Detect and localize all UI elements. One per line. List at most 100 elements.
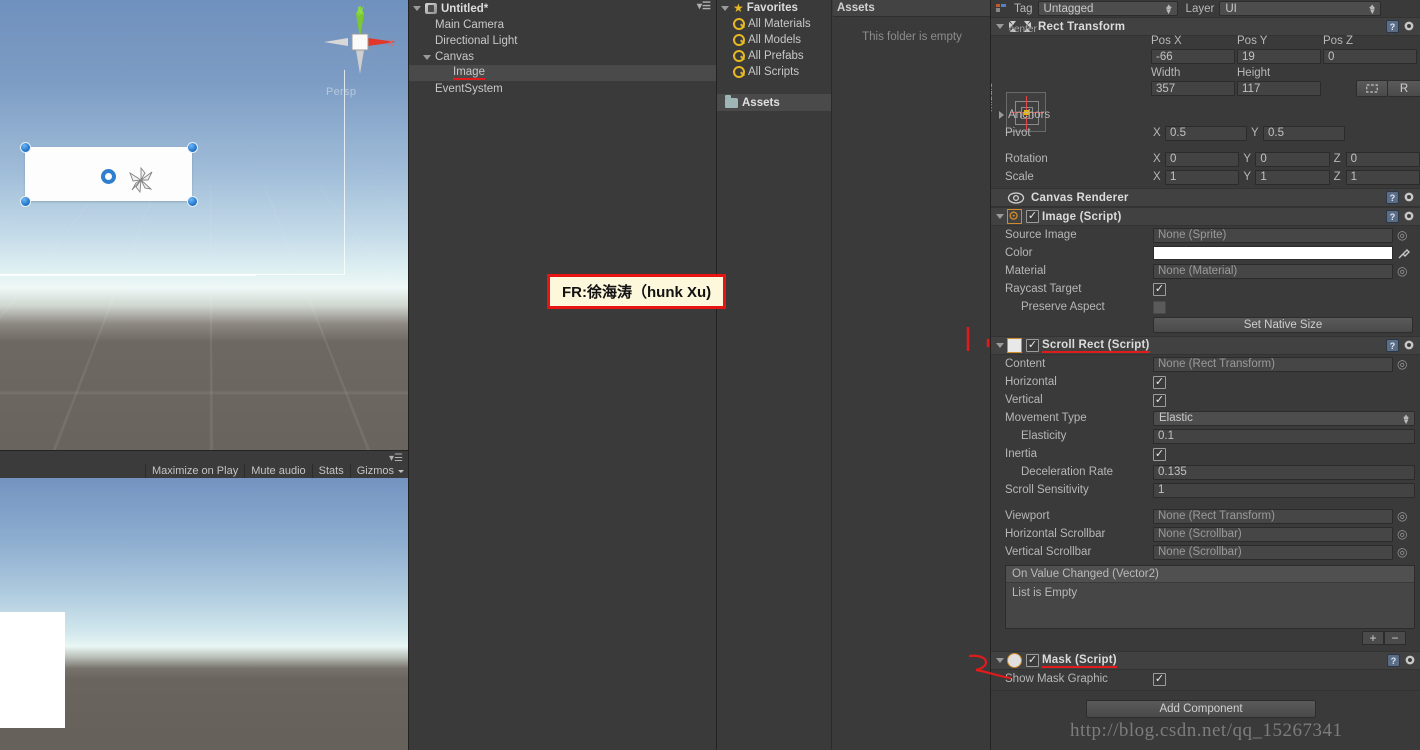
resize-handle-top-left[interactable] [20,142,31,153]
image-script-header[interactable]: ✓ Image (Script) ? [991,207,1420,226]
hierarchy-item-canvas[interactable]: Canvas [409,49,716,65]
hierarchy-item-eventsystem[interactable]: EventSystem [409,81,716,97]
layer-dropdown[interactable]: UI ▲ ▼ [1219,1,1382,16]
maximize-on-play-button[interactable]: Maximize on Play [145,464,244,479]
eyedropper-icon[interactable] [1397,246,1411,260]
preserve-aspect-checkbox[interactable] [1153,300,1166,314]
pivot-y-field[interactable]: 0.5 [1263,125,1345,141]
chevron-down-icon[interactable] [413,6,421,11]
set-native-size-button[interactable]: Set Native Size [1153,316,1413,333]
resize-handle-bottom-left[interactable] [20,196,31,207]
hierarchy-menu-icon[interactable]: ▾☰ [697,1,711,12]
scale-z-field[interactable]: 1 [1345,169,1420,185]
object-picker-icon[interactable]: ◎ [1397,545,1407,559]
help-icon[interactable]: ? [1386,191,1399,204]
project-favorite-all-materials[interactable]: All Materials [717,16,831,32]
canvas-renderer-header[interactable]: Canvas Renderer ? [991,188,1420,207]
gear-icon[interactable] [1404,654,1417,667]
pivot-gizmo[interactable] [101,169,116,184]
width-field[interactable]: 357 [1151,81,1235,96]
color-swatch[interactable] [1153,246,1393,260]
material-field[interactable]: None (Material) [1153,263,1393,279]
scroll-rect-enabled-checkbox[interactable]: ✓ [1026,339,1039,352]
mask-enabled-checkbox[interactable]: ✓ [1026,654,1039,667]
pos-z-field[interactable]: 0 [1323,49,1417,64]
rotation-z-field[interactable]: 0 [1345,151,1420,167]
mute-audio-button[interactable]: Mute audio [244,464,311,479]
blueprint-mode-button[interactable] [1356,80,1388,97]
gear-icon[interactable] [1403,191,1416,204]
image-enabled-checkbox[interactable]: ✓ [1026,210,1039,223]
mask-script-header[interactable]: ✓ Mask (Script) ? [991,651,1420,670]
movement-type-dropdown[interactable]: Elastic ▲ ▼ [1153,410,1415,426]
object-picker-icon[interactable]: ◎ [1397,264,1407,278]
rect-transform-header[interactable]: Rect Transform ? [991,17,1420,36]
gizmos-button[interactable]: Gizmos [349,464,408,479]
project-assets-folder[interactable]: Assets [717,94,831,111]
scroll-rect-header[interactable]: ✓ Scroll Rect (Script) ? [991,336,1420,355]
height-field[interactable]: 117 [1237,81,1321,96]
chevron-down-icon[interactable] [721,5,729,11]
help-icon[interactable]: ? [1386,339,1399,352]
rotation-x-field[interactable]: 0 [1165,151,1240,167]
chevron-down-icon[interactable] [996,343,1004,348]
content-field[interactable]: None (Rect Transform) [1153,356,1393,372]
help-icon[interactable]: ? [1386,210,1399,223]
game-view[interactable] [0,478,408,750]
remove-event-button[interactable]: − [1384,631,1406,645]
scale-x-field[interactable]: 1 [1165,169,1240,185]
gear-icon[interactable] [1403,339,1416,352]
raw-edit-mode-button[interactable]: R [1388,80,1420,97]
horizontal-checkbox[interactable]: ✓ [1153,375,1166,389]
hierarchy-item-main-camera[interactable]: Main Camera [409,17,716,33]
chevron-right-icon[interactable] [999,111,1004,119]
object-picker-icon[interactable]: ◎ [1397,527,1407,541]
show-mask-graphic-checkbox[interactable]: ✓ [1153,672,1166,686]
project-favorite-all-prefabs[interactable]: All Prefabs [717,48,831,64]
deceleration-rate-field[interactable]: 0.135 [1153,464,1415,480]
elasticity-field[interactable]: 0.1 [1153,428,1415,444]
project-content-pane[interactable]: Assets This folder is empty [833,0,991,750]
hierarchy-scene-root[interactable]: Untitled* ▾☰ [409,0,716,17]
resize-handle-bottom-right[interactable] [187,196,198,207]
gear-icon[interactable] [1403,210,1416,223]
scene-orientation-gizmo[interactable]: y x [318,4,398,82]
project-favorite-all-scripts[interactable]: All Scripts [717,64,831,80]
viewport-field[interactable]: None (Rect Transform) [1153,508,1393,524]
pos-y-field[interactable]: 19 [1237,49,1321,64]
pivot-x-field[interactable]: 0.5 [1165,125,1247,141]
perspective-label[interactable]: Persp [326,86,356,98]
add-event-button[interactable]: + [1362,631,1384,645]
object-picker-icon[interactable]: ◎ [1397,509,1407,523]
raycast-target-checkbox[interactable]: ✓ [1153,282,1166,296]
chevron-down-icon[interactable] [423,54,431,60]
scene-view[interactable]: y x Persp [0,0,408,450]
project-favorites-root[interactable]: ★ Favorites [717,0,831,16]
object-picker-icon[interactable]: ◎ [1397,228,1407,242]
help-icon[interactable]: ? [1387,654,1400,667]
chevron-down-icon[interactable] [996,24,1004,29]
rotate-gizmo[interactable] [126,167,156,193]
scale-y-field[interactable]: 1 [1255,169,1330,185]
add-component-button[interactable]: Add Component [1086,700,1316,718]
object-picker-icon[interactable]: ◎ [1397,357,1407,371]
inertia-checkbox[interactable]: ✓ [1153,447,1166,461]
source-image-field[interactable]: None (Sprite) [1153,227,1393,243]
pos-x-field[interactable]: -66 [1151,49,1235,64]
vertical-checkbox[interactable]: ✓ [1153,393,1166,407]
rotation-y-field[interactable]: 0 [1255,151,1330,167]
help-icon[interactable]: ? [1386,20,1399,33]
resize-handle-top-right[interactable] [187,142,198,153]
stats-button[interactable]: Stats [311,464,350,479]
project-favorite-all-models[interactable]: All Models [717,32,831,48]
chevron-down-icon[interactable] [996,658,1004,663]
gear-icon[interactable] [1403,20,1416,33]
hierarchy-item-directional-light[interactable]: Directional Light [409,33,716,49]
tag-dropdown[interactable]: Untagged ▲ ▼ [1037,1,1178,16]
anchors-row[interactable]: Anchors [991,106,1420,124]
hierarchy-item-image[interactable]: Image [409,65,716,81]
chevron-down-icon[interactable] [996,214,1004,219]
vertical-scrollbar-field[interactable]: None (Scrollbar) [1153,544,1393,560]
game-view-menu-icon[interactable]: ▾☰ [381,454,403,464]
horizontal-scrollbar-field[interactable]: None (Scrollbar) [1153,526,1393,542]
